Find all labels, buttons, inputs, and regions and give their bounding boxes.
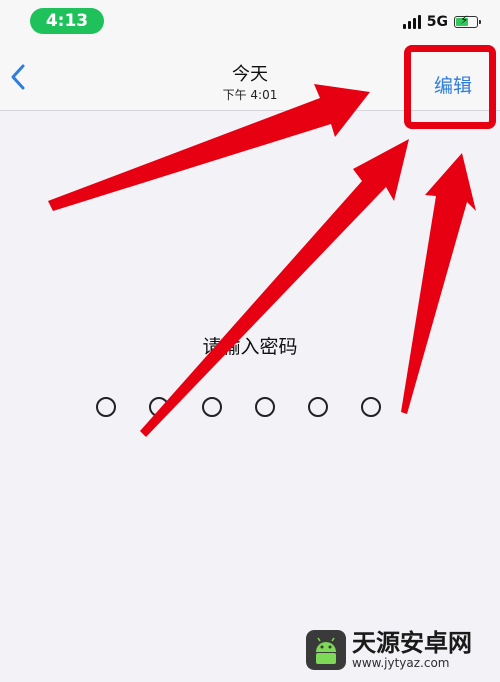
watermark: 天源安卓网 www.jytyaz.com bbox=[306, 628, 472, 670]
passcode-dot bbox=[202, 397, 222, 417]
signal-icon bbox=[402, 15, 421, 29]
network-type: 5G bbox=[426, 14, 448, 30]
passcode-dot bbox=[361, 397, 381, 417]
passcode-dots bbox=[96, 397, 381, 417]
passcode-screen: 请输入密码 bbox=[0, 111, 500, 682]
nav-subtitle: 下午 4:01 bbox=[222, 88, 278, 102]
watermark-url: www.jytyaz.com bbox=[352, 655, 450, 670]
nav-bar: 今天 下午 4:01 编辑 bbox=[0, 46, 500, 111]
battery-charging-icon: ⚡ bbox=[454, 13, 481, 28]
passcode-dot bbox=[149, 397, 169, 417]
passcode-dot bbox=[96, 397, 116, 417]
watermark-title: 天源安卓网 bbox=[352, 628, 472, 658]
android-robot-icon bbox=[306, 630, 346, 670]
nav-title: 今天 bbox=[232, 64, 268, 85]
status-indicators: 5G ⚡ bbox=[402, 13, 481, 30]
status-bar: 4:13 5G ⚡ bbox=[0, 0, 500, 46]
charging-bolt-icon: ⚡ bbox=[460, 13, 469, 27]
passcode-prompt: 请输入密码 bbox=[202, 336, 298, 358]
status-time: 4:13 bbox=[30, 8, 104, 34]
edit-button[interactable]: 编辑 bbox=[434, 71, 472, 98]
passcode-dot bbox=[255, 397, 275, 417]
passcode-dot bbox=[308, 397, 328, 417]
